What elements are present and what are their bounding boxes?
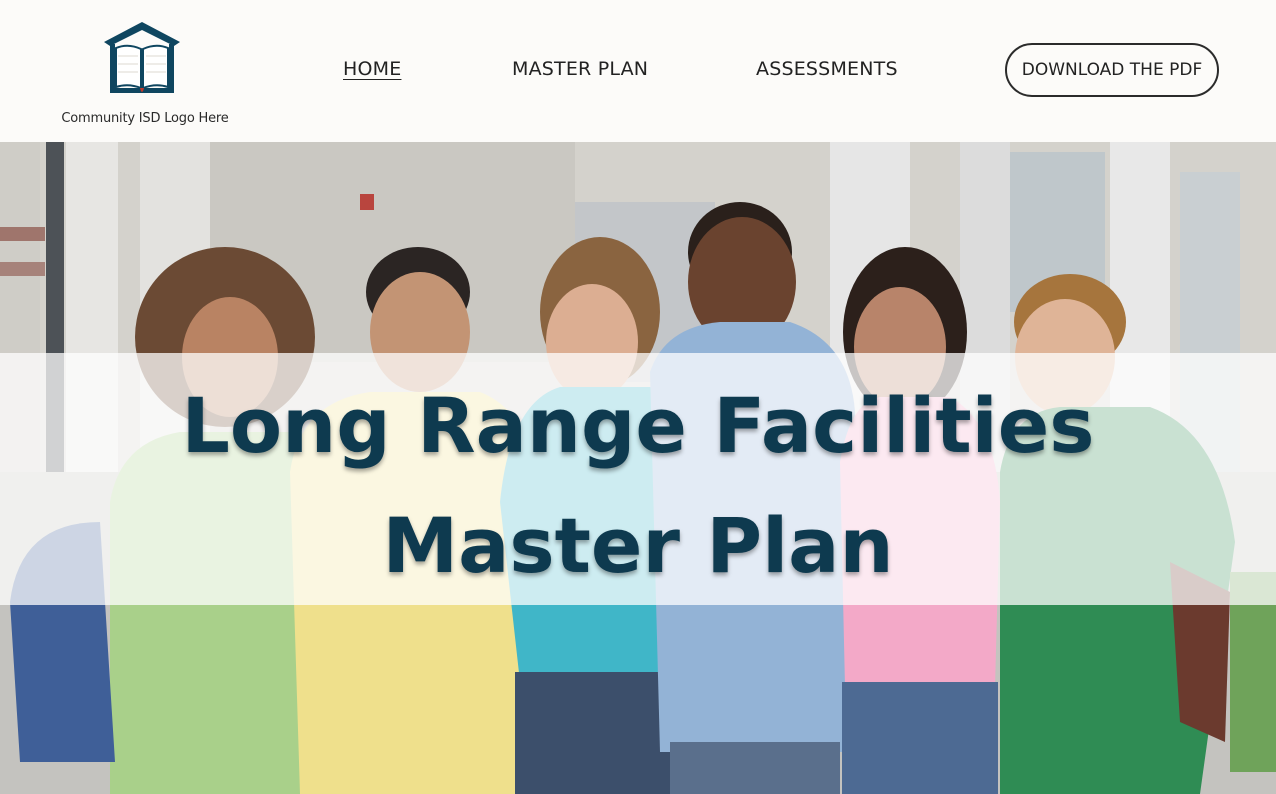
logo-link[interactable]: Community ISD Logo Here	[40, 18, 250, 134]
nav-assessments-link[interactable]: ASSESSMENTS	[756, 58, 898, 80]
hero-title: Long Range Facilities Master Plan	[181, 381, 1095, 590]
download-pdf-button[interactable]: DOWNLOAD THE PDF	[1005, 43, 1219, 97]
hero-section: Long Range Facilities Master Plan	[0, 142, 1276, 794]
nav-master-plan-link[interactable]: MASTER PLAN	[512, 58, 648, 80]
logo-caption: Community ISD Logo Here	[61, 111, 229, 126]
house-book-icon	[104, 22, 180, 93]
site-header: Community ISD Logo Here HOME MASTER PLAN…	[0, 0, 1276, 142]
nav-home-link[interactable]: HOME	[343, 58, 401, 80]
